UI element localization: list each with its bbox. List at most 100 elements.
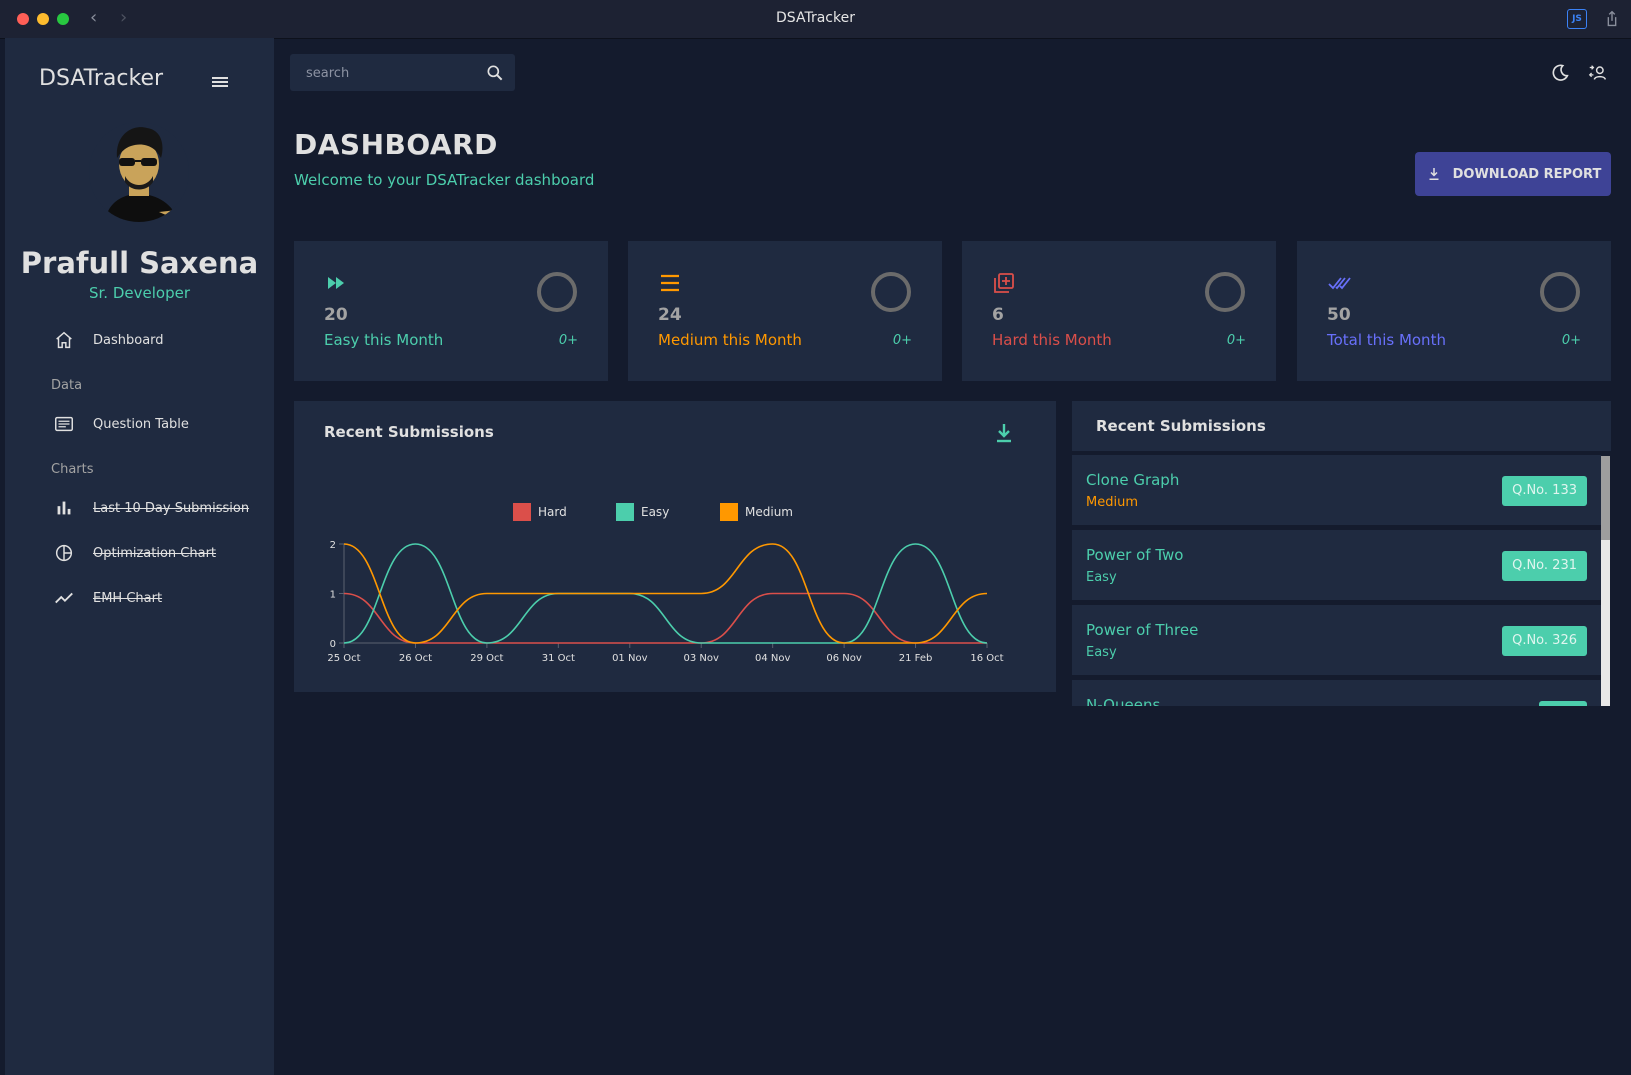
sidebar-item-label: Optimization Chart (93, 545, 217, 561)
extension-badge[interactable]: JS (1567, 9, 1587, 29)
y-tick-label: 2 (330, 540, 336, 551)
submission-row[interactable]: Clone Graph Medium Q.No. 133 (1072, 455, 1601, 525)
progress-ring (871, 272, 911, 312)
sidebar-item-label: EMH Chart (93, 590, 163, 606)
sidebar-section-data: Data (51, 378, 83, 393)
pie-chart-icon (55, 544, 73, 562)
window-title: DSATracker (776, 10, 855, 26)
x-tick-label: 16 Oct (970, 653, 1003, 664)
home-icon (56, 331, 72, 349)
done-all-icon (1328, 277, 1351, 290)
submission-row[interactable]: Power of Two Easy Q.No. 231 (1072, 530, 1601, 600)
legend-swatch-hard (513, 503, 531, 521)
sidebar-item-label: Last 10 Day Submission (93, 500, 250, 516)
question-number-badge: Q.No. 133 (1502, 476, 1587, 506)
list-icon (661, 274, 679, 292)
line-chart: 0 1 2 25 Oct 26 Oct 29 Oct 31 Oct 01 Nov 03 Nov 0… (327, 503, 1004, 664)
sidebar-item-question-table[interactable]: Question Table (53, 404, 253, 444)
download-icon (1429, 168, 1439, 180)
x-tick-label: 04 Nov (755, 653, 791, 664)
stat-increase: 0+ (892, 333, 912, 348)
sidebar-item-label: Dashboard (93, 332, 164, 348)
x-tick-label: 29 Oct (470, 653, 503, 664)
stat-card-easy: 20 Easy this Month 0+ (294, 241, 608, 381)
question-number-badge: Q.No. 326 (1502, 626, 1587, 656)
dark-mode-icon[interactable] (1549, 62, 1571, 84)
recent-submissions-title: Recent Submissions (1096, 417, 1266, 435)
sidebar-item-last-10-day[interactable]: Last 10 Day Submission (53, 488, 253, 528)
stat-card-hard: 6 Hard this Month 0+ (962, 241, 1276, 381)
stat-card-medium: 24 Medium this Month 0+ (628, 241, 942, 381)
stat-label: Hard this Month (992, 331, 1112, 349)
legend-swatch-medium (720, 503, 738, 521)
menu-icon[interactable] (211, 74, 229, 90)
submission-name: Power of Three (1086, 621, 1199, 639)
legend-swatch-easy (616, 503, 634, 521)
submission-difficulty: Easy (1086, 645, 1117, 660)
stat-increase: 0+ (1561, 333, 1581, 348)
download-report-button[interactable]: DOWNLOAD REPORT (1415, 152, 1611, 196)
question-number-badge: Q.No. 231 (1502, 551, 1587, 581)
sidebar-item-dashboard[interactable]: Dashboard (53, 320, 253, 360)
stat-label: Easy this Month (324, 331, 444, 349)
x-tick-label: 26 Oct (399, 653, 432, 664)
x-tick-label: 21 Feb (899, 653, 933, 664)
bar-chart-icon (57, 501, 71, 515)
stat-value: 20 (324, 305, 348, 325)
legend-label-hard: Hard (538, 505, 567, 519)
x-tick-label: 06 Nov (826, 653, 862, 664)
stat-increase: 0+ (558, 333, 578, 348)
stat-label: Medium this Month (658, 331, 802, 349)
stat-card-total: 50 Total this Month 0+ (1297, 241, 1611, 381)
progress-ring (1205, 272, 1245, 312)
stat-value: 50 (1327, 305, 1351, 325)
recent-submissions-panel: Recent Submissions Clone Graph Medium Q.… (1072, 401, 1611, 706)
x-tick-label: 01 Nov (612, 653, 648, 664)
x-tick-label: 25 Oct (327, 653, 360, 664)
fast-forward-icon (328, 277, 344, 289)
search-box (290, 54, 515, 93)
avatar (89, 122, 189, 222)
search-input[interactable] (304, 54, 478, 93)
submission-name: N-Queens (1086, 696, 1161, 706)
submission-name: Power of Two (1086, 546, 1184, 564)
legend-label-medium: Medium (745, 505, 793, 519)
profile-name: Prafull Saxena (20, 246, 259, 280)
submission-difficulty: Easy (1086, 570, 1117, 585)
scrollbar-thumb[interactable] (1601, 456, 1610, 540)
brand-title: DSATracker (39, 66, 164, 91)
x-tick-label: 31 Oct (542, 653, 575, 664)
page-subtitle: Welcome to your DSATracker dashboard (294, 171, 595, 189)
series-line-medium (343, 543, 988, 644)
receipt-icon (55, 416, 73, 432)
library-add-icon (994, 273, 1014, 293)
y-tick-label: 1 (330, 590, 336, 601)
submission-row[interactable]: Power of Three Easy Q.No. 326 (1072, 605, 1601, 675)
stat-value: 6 (992, 305, 1004, 325)
x-tick-label: 03 Nov (684, 653, 720, 664)
submission-difficulty: Medium (1086, 495, 1138, 510)
question-number-badge (1539, 701, 1587, 706)
share-icon[interactable] (1601, 8, 1623, 30)
recent-submissions-header: Recent Submissions (1072, 401, 1611, 455)
page-title: DASHBOARD (294, 128, 498, 161)
sidebar-item-label: Question Table (93, 416, 189, 432)
sidebar-item-optimization-chart[interactable]: Optimization Chart (53, 533, 253, 573)
submission-row[interactable]: N-Queens (1072, 680, 1601, 706)
sidebar: DSATracker Prafull Saxena Sr. Developer … (5, 38, 274, 1075)
window-title-bar: ‹ › DSATracker JS (0, 0, 1631, 39)
stat-value: 24 (658, 305, 682, 325)
switch-account-icon[interactable] (1587, 62, 1609, 84)
progress-ring (537, 272, 577, 312)
legend-label-easy: Easy (641, 505, 669, 519)
y-tick-label: 0 (330, 639, 336, 650)
chart-panel: Recent Submissions 0 1 2 25 Oct 26 Oct 29 Oct… (294, 401, 1056, 692)
progress-ring (1540, 272, 1580, 312)
search-icon[interactable] (485, 63, 505, 83)
submission-name: Clone Graph (1086, 471, 1180, 489)
stat-increase: 0+ (1226, 333, 1246, 348)
timeline-icon (55, 592, 73, 604)
sidebar-item-emh-chart[interactable]: EMH Chart (53, 578, 253, 618)
download-report-label: DOWNLOAD REPORT (1452, 166, 1602, 182)
sidebar-section-charts: Charts (51, 462, 94, 477)
